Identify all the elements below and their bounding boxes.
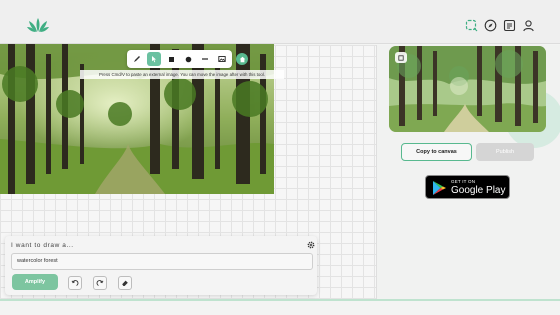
google-play-badge[interactable]: GET IT ON Google Play (425, 175, 510, 199)
center-canvas-button[interactable] (236, 53, 248, 65)
line-icon[interactable] (199, 53, 211, 65)
preview-select-icon[interactable] (395, 52, 407, 63)
circle-icon[interactable] (182, 53, 194, 65)
prompt-input[interactable]: watercolor forest (11, 253, 313, 270)
copy-to-canvas-button[interactable]: Copy to canvas (401, 143, 472, 161)
leaf-logo-icon[interactable] (27, 17, 49, 33)
gear-icon[interactable] (307, 241, 315, 249)
pointer-icon[interactable] (147, 52, 161, 66)
toolbar-tooltip: Press Cmd/V to paste an external image. … (80, 70, 284, 79)
canvas-icon[interactable] (465, 19, 478, 32)
undo-icon (71, 280, 79, 286)
eraser-icon (122, 280, 128, 286)
image-icon[interactable] (216, 53, 228, 65)
top-bar (0, 0, 560, 44)
pencil-icon[interactable] (131, 53, 143, 65)
google-play-icon (433, 181, 446, 195)
publish-button[interactable]: Publish (476, 143, 534, 161)
prompt-title: I want to draw a... (11, 242, 74, 249)
gallery-icon[interactable] (503, 19, 516, 32)
amplify-button[interactable]: Amplify (12, 274, 58, 290)
eraser-button[interactable] (118, 276, 132, 290)
redo-icon (96, 280, 104, 286)
home-icon (239, 56, 245, 62)
compass-icon[interactable] (484, 19, 497, 32)
generated-watercolor-preview[interactable] (389, 46, 546, 132)
footer (0, 301, 560, 315)
redo-button[interactable] (93, 276, 107, 290)
square-icon[interactable] (165, 53, 177, 65)
prompt-panel: I want to draw a... watercolor forest Am… (5, 236, 317, 295)
user-icon[interactable] (522, 19, 535, 32)
badge-line1: GET IT ON (451, 179, 476, 184)
undo-button[interactable] (68, 276, 82, 290)
drawing-toolbar (127, 50, 232, 68)
badge-line2: Google Play (451, 185, 506, 196)
